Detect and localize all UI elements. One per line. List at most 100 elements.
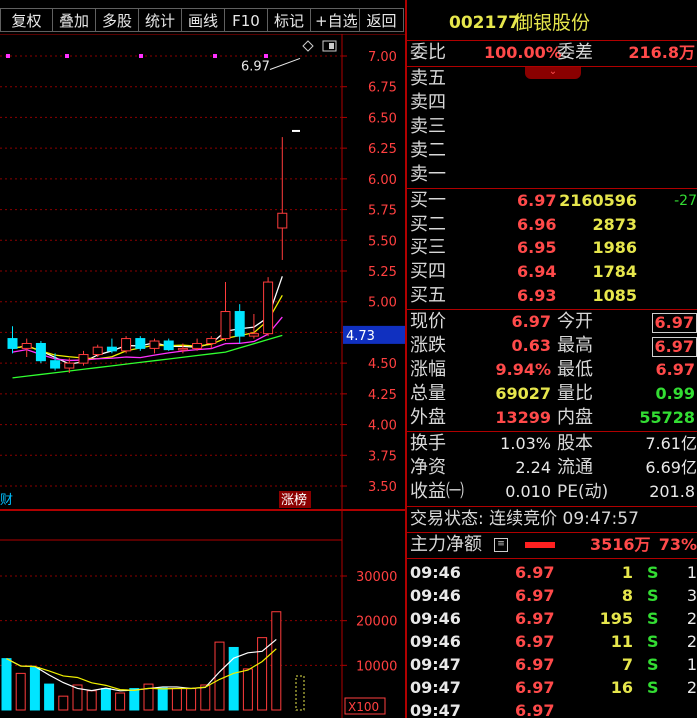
- candle-body: [7, 338, 18, 349]
- tick-time: 09:46: [410, 563, 461, 582]
- tick-price: 6.97: [515, 609, 555, 628]
- volume-bars: [1, 611, 305, 711]
- signal-dot: [6, 54, 10, 58]
- tick-side: S: [647, 655, 659, 674]
- volume-bar: [200, 684, 211, 711]
- candle-body: [234, 311, 245, 337]
- price-tick-label: 6.75: [368, 81, 397, 96]
- tick-price: 6.97: [515, 586, 555, 605]
- tick-count: 2: [686, 678, 697, 697]
- kline-chart-area[interactable]: 7.006.756.506.256.005.755.505.255.004.75…: [0, 33, 405, 718]
- candle-body: [21, 342, 32, 349]
- tick-time: 09:46: [410, 586, 461, 605]
- current-price: 6.97: [511, 312, 551, 331]
- sell-level-2: 卖二: [410, 140, 446, 161]
- signal-dot: [264, 54, 268, 58]
- volume-bar: [1, 658, 12, 711]
- toolbar-button-fuquan[interactable]: 复权: [0, 8, 52, 32]
- volume-bar: [44, 683, 55, 711]
- diamond-icon: [302, 40, 314, 52]
- buy-level-5: 买五 6.93 1085: [410, 285, 637, 306]
- candle-body: [263, 281, 274, 335]
- price-tick-label: 3.75: [368, 449, 397, 464]
- current-price-tag-label: 4.73: [346, 329, 375, 344]
- price-tick-label: 4.50: [368, 357, 397, 372]
- main-force-bar: [525, 542, 555, 548]
- volume-bar: [242, 668, 253, 711]
- tick-row: 09:47 6.97 16 S 2: [407, 677, 697, 699]
- open-price: 6.97: [651, 313, 697, 333]
- tag-left: 财: [0, 493, 13, 508]
- signal-dot: [213, 54, 217, 58]
- price-tick-label: 6.50: [368, 111, 397, 126]
- main-force-row[interactable]: 主力净额 ≡ 3516万 73%: [407, 534, 697, 556]
- buy-level-2: 买二 6.96 2873: [410, 214, 637, 235]
- volume-bar: [115, 692, 126, 711]
- candle-body: [192, 342, 203, 349]
- buy-level-3: 买三 6.95 1986: [410, 237, 637, 258]
- stock-code: 002177: [449, 13, 520, 33]
- price-tick-label: 5.50: [368, 234, 397, 249]
- stat-row-change: 涨跌 0.63 最高 6.97: [407, 335, 697, 357]
- toolbar-button-mark[interactable]: 标记: [267, 8, 310, 32]
- toolbar-button-statistics[interactable]: 统计: [138, 8, 181, 32]
- sell-level-5: 卖五: [410, 68, 446, 89]
- tick-count: 2: [686, 632, 697, 651]
- price-tick-label: 5.00: [368, 296, 397, 311]
- volume-bar-current: [295, 675, 305, 711]
- toolbar-button-draw-line[interactable]: 画线: [181, 8, 224, 32]
- tag-right: 涨榜: [281, 492, 307, 508]
- toolbar-button-multi-stock[interactable]: 多股: [95, 8, 138, 32]
- volume-bar: [29, 667, 40, 711]
- tick-price: 6.97: [515, 655, 555, 674]
- sell-level-3: 卖三: [410, 116, 446, 137]
- volume-tick-label: 30000: [356, 570, 397, 585]
- tick-side: S: [647, 632, 659, 651]
- stock-title: 002177 御银股份: [407, 12, 697, 36]
- weibi-value: 100.00%: [484, 43, 562, 62]
- volume-bar: [15, 672, 26, 711]
- stock-quote-window: 复权 叠加 多股 统计 画线 F10 标记 +自选 返回 7.00 6.75 6.5…: [0, 0, 697, 718]
- sell-level-4: 卖四: [410, 92, 446, 113]
- price-tick-label: 7.00: [368, 50, 397, 65]
- candle-body: [35, 342, 46, 362]
- tick-side: S: [647, 563, 659, 582]
- toolbar-button-add-watchlist[interactable]: +自选: [310, 8, 359, 32]
- price-tick-label: 5.75: [368, 204, 397, 219]
- price-tick-label: 3.50: [368, 480, 397, 495]
- weicha-value: 216.8万: [628, 43, 695, 62]
- stock-name: 御银股份: [514, 12, 591, 34]
- toolbar-button-overlay[interactable]: 叠加: [52, 8, 95, 32]
- list-icon[interactable]: ≡: [494, 538, 508, 552]
- tick-time: 09:46: [410, 632, 461, 651]
- candle-body: [135, 338, 146, 349]
- tick-side: S: [647, 609, 659, 628]
- weibi-row: 委比 100.00% 委差 216.8万: [410, 42, 695, 63]
- candle-body: [248, 333, 259, 337]
- toolbar-button-f10[interactable]: F10: [224, 8, 267, 32]
- volume-bar: [100, 688, 111, 711]
- volume-unit-label: X100: [348, 700, 379, 714]
- tick-volume: 7: [621, 655, 633, 674]
- tick-time: 09:47: [410, 701, 461, 718]
- toolbar-button-back[interactable]: 返回: [359, 8, 404, 32]
- candle-body: [78, 354, 89, 364]
- tick-count: 3: [686, 586, 697, 605]
- signal-dot: [65, 54, 69, 58]
- tick-price: 6.97: [515, 563, 555, 582]
- tick-volume: 8: [621, 586, 633, 605]
- buy-level-1: 买一 6.97 2160596 -27: [410, 190, 697, 211]
- tick-time: 09:47: [410, 678, 461, 697]
- stat-row-eps: 收益㈠ 0.010 PE(动) 201.8: [410, 481, 695, 502]
- chart-toolbar: 复权 叠加 多股 统计 画线 F10 标记 +自选 返回: [0, 8, 404, 34]
- high-annotation: 6.97: [241, 60, 270, 75]
- tick-price: 6.97: [515, 678, 555, 697]
- stat-row-price: 现价 6.97 今开 6.97: [407, 311, 697, 333]
- volume-bar: [86, 690, 97, 711]
- trade-status: 交易状态: 连续竞价 09:47:57: [410, 509, 639, 529]
- tick-row: 09:47 6.97: [407, 700, 697, 718]
- price-tick-label: 6.00: [368, 173, 397, 188]
- quote-panel: 002177 御银股份 委比 100.00% 委差 216.8万 ⌄ 卖五 卖四…: [405, 0, 697, 718]
- candle-body: [64, 362, 75, 369]
- tick-volume: 16: [610, 678, 633, 697]
